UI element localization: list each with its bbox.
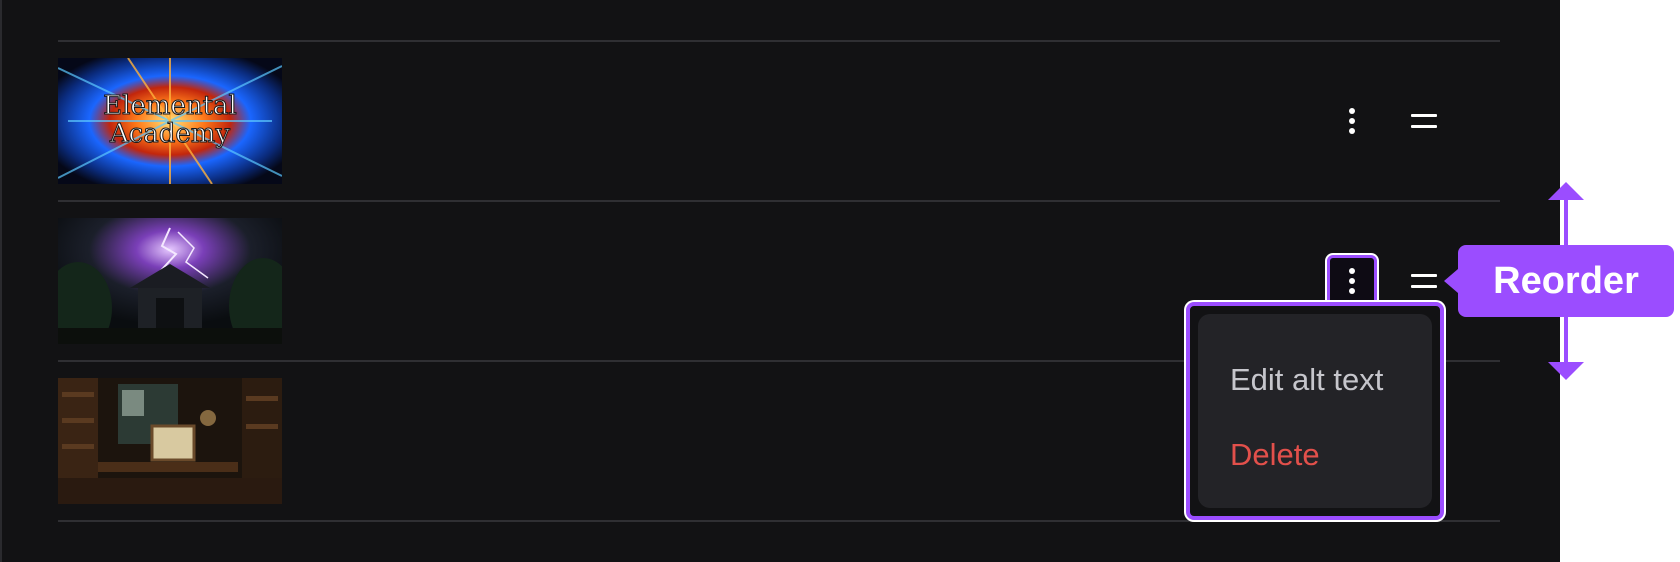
context-menu: Edit alt text Delete [1198, 314, 1432, 508]
divider [58, 200, 1500, 202]
divider [58, 40, 1500, 42]
storm-house-image [58, 218, 282, 344]
vertical-ellipsis-icon [1349, 108, 1355, 114]
elemental-academy-logo: Elemental Academy [58, 58, 282, 184]
drag-handle-2[interactable] [1411, 274, 1437, 288]
vertical-ellipsis-icon [1349, 268, 1355, 274]
image-thumbnail-2[interactable] [58, 218, 282, 344]
study-room-image [58, 378, 282, 504]
context-menu-highlight: Edit alt text Delete [1186, 302, 1444, 520]
divider [58, 520, 1500, 522]
drag-handle-icon [1411, 114, 1437, 117]
edit-alt-text-menu-item[interactable]: Edit alt text [1230, 362, 1383, 398]
image-thumbnail-1[interactable]: Elemental Academy [58, 58, 282, 184]
svg-text:Academy: Academy [109, 119, 231, 149]
reorder-callout: Reorder [1444, 245, 1674, 317]
svg-text:Elemental: Elemental [103, 91, 237, 121]
image-list-panel: Elemental Academy Edit alt text Delete [0, 0, 1560, 562]
drag-handle-icon [1411, 274, 1437, 277]
more-options-button-2[interactable] [1327, 255, 1377, 307]
delete-menu-item[interactable]: Delete [1230, 437, 1320, 473]
more-options-button-1[interactable] [1337, 101, 1367, 141]
drag-handle-1[interactable] [1411, 114, 1437, 128]
image-thumbnail-3[interactable] [58, 378, 282, 504]
